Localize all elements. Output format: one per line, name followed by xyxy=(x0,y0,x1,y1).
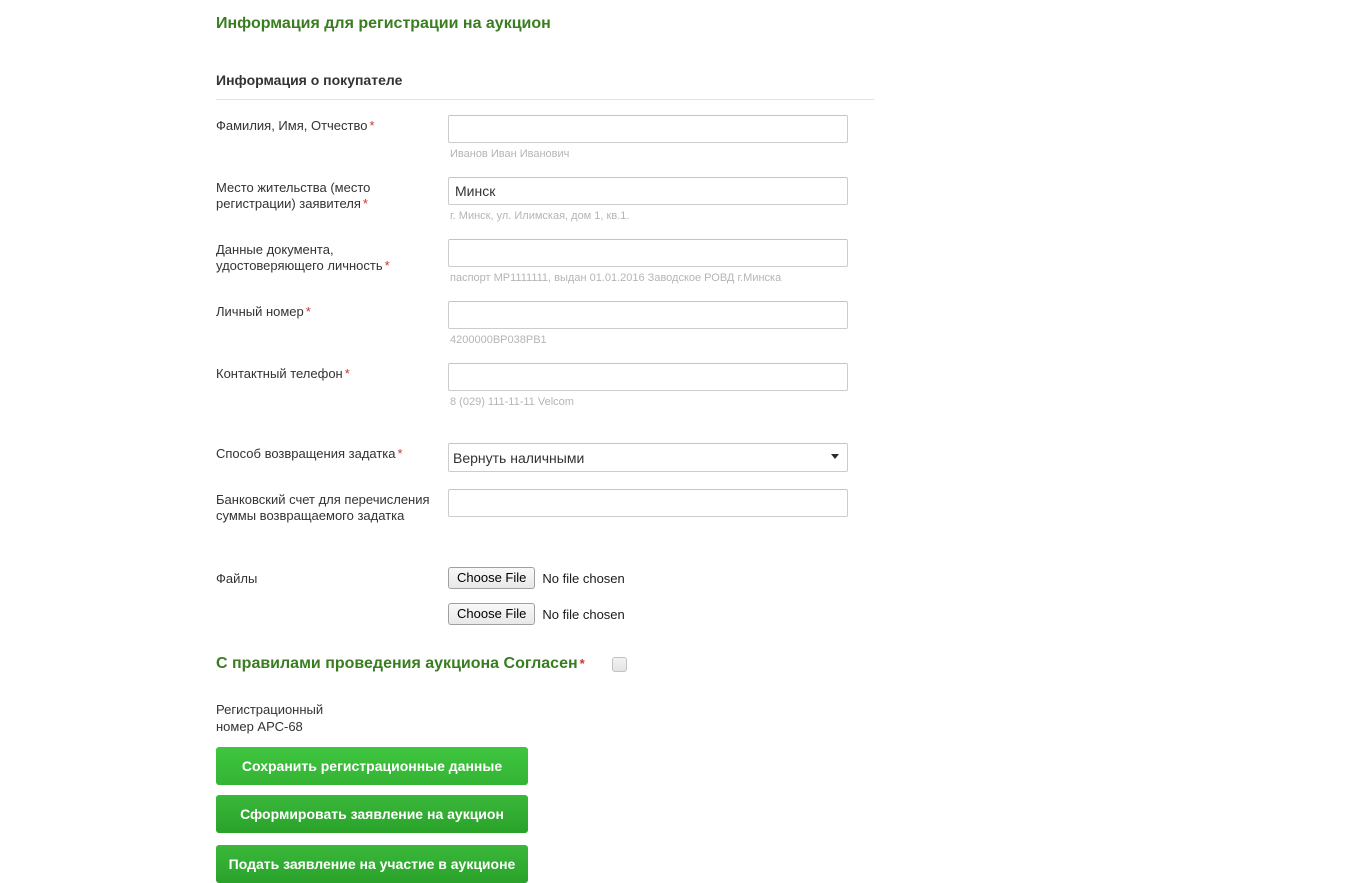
field-deposit-return-method: Вернуть наличными xyxy=(448,443,848,472)
form-row-personal-number: Личный номер * 4200000ВР038РВ1 xyxy=(216,301,876,347)
phone-input[interactable] xyxy=(448,363,848,391)
label-residence-text: Место жительства (место регистрации) зая… xyxy=(216,180,371,211)
label-deposit-return-method-text: Способ возвращения задатка xyxy=(216,446,396,461)
label-files-text: Файлы xyxy=(216,571,258,586)
label-personal-number-text: Личный номер xyxy=(216,304,304,319)
field-id-document: паспорт МР1111111, выдан 01.01.2016 Заво… xyxy=(448,239,848,285)
label-bank-account-text: Банковский счет для перечисления суммы в… xyxy=(216,492,430,523)
form-row-files: Файлы Choose File No file chosen Choose … xyxy=(216,567,876,625)
required-marker: * xyxy=(362,196,368,211)
full-name-input[interactable] xyxy=(448,115,848,143)
label-deposit-return-method: Способ возвращения задатка * xyxy=(216,443,448,462)
section-divider xyxy=(216,99,874,100)
agreement-checkbox[interactable] xyxy=(611,656,627,672)
generate-application-button[interactable]: Сформировать заявление на аукцион xyxy=(216,795,528,833)
hint-residence: г. Минск, ул. Илимская, дом 1, кв.1. xyxy=(450,210,630,222)
personal-number-input[interactable] xyxy=(448,301,848,329)
required-marker: * xyxy=(579,656,585,671)
label-bank-account: Банковский счет для перечисления суммы в… xyxy=(216,489,448,524)
file-input-row-1[interactable]: Choose File No file chosen xyxy=(448,567,848,589)
hint-phone: 8 (029) 111-11-11 Velcom xyxy=(450,396,574,408)
label-phone: Контактный телефон * xyxy=(216,363,448,382)
page-title: Информация для регистрации на аукцион xyxy=(216,15,551,32)
choose-file-button-2[interactable]: Choose File xyxy=(448,603,536,625)
field-phone: 8 (029) 111-11-11 Velcom xyxy=(448,363,848,409)
file-input-row-2[interactable]: Choose File No file chosen xyxy=(448,603,848,625)
file-status-1: No file chosen xyxy=(542,570,625,586)
label-full-name-text: Фамилия, Имя, Отчество xyxy=(216,118,368,133)
submit-application-button[interactable]: Подать заявление на участие в аукционе xyxy=(216,845,528,883)
residence-input[interactable] xyxy=(448,177,848,205)
form-row-id-document: Данные документа, удостоверяющего личнос… xyxy=(216,239,876,285)
field-full-name: Иванов Иван Иванович xyxy=(448,115,848,161)
required-marker: * xyxy=(384,258,390,273)
field-bank-account xyxy=(448,489,848,517)
field-residence: г. Минск, ул. Илимская, дом 1, кв.1. xyxy=(448,177,848,223)
required-marker: * xyxy=(397,446,403,461)
form-row-phone: Контактный телефон * 8 (029) 111-11-11 Ve… xyxy=(216,363,876,409)
agreement-row: С правилами проведения аукциона Согласен… xyxy=(216,654,876,674)
label-phone-text: Контактный телефон xyxy=(216,366,343,381)
choose-file-button-1[interactable]: Choose File xyxy=(448,567,536,589)
form-row-deposit-return-method: Способ возвращения задатка * Вернуть нали… xyxy=(216,443,876,472)
label-full-name: Фамилия, Имя, Отчество * xyxy=(216,115,448,134)
label-personal-number: Личный номер * xyxy=(216,301,448,320)
field-files: Choose File No file chosen Choose File N… xyxy=(448,567,848,625)
form-content: Информация для регистрации на аукцион Ин… xyxy=(216,0,876,883)
hint-personal-number: 4200000ВР038РВ1 xyxy=(450,334,547,346)
registration-page: Информация для регистрации на аукцион Ин… xyxy=(0,0,1354,883)
file-status-2: No file chosen xyxy=(542,606,625,622)
registration-number-line2: номер АРС-68 xyxy=(216,719,303,734)
field-personal-number: 4200000ВР038РВ1 xyxy=(448,301,848,347)
hint-full-name: Иванов Иван Иванович xyxy=(450,148,570,160)
required-marker: * xyxy=(305,304,311,319)
deposit-return-method-select[interactable]: Вернуть наличными xyxy=(448,443,848,472)
form-row-bank-account: Банковский счет для перечисления суммы в… xyxy=(216,489,876,524)
section-title-buyer-info: Информация о покупателе xyxy=(216,72,403,88)
label-residence: Место жительства (место регистрации) зая… xyxy=(216,177,448,212)
bank-account-input[interactable] xyxy=(448,489,848,517)
label-id-document: Данные документа, удостоверяющего личнос… xyxy=(216,239,448,274)
label-files: Файлы xyxy=(216,567,448,587)
deposit-return-method-select-wrap: Вернуть наличными xyxy=(448,443,848,472)
save-registration-button[interactable]: Сохранить регистрационные данные xyxy=(216,747,528,785)
required-marker: * xyxy=(369,118,375,133)
id-document-input[interactable] xyxy=(448,239,848,267)
agreement-label-text: С правилами проведения аукциона Согласен xyxy=(216,655,578,672)
registration-number-line1: Регистрационный xyxy=(216,702,324,717)
form-row-residence: Место жительства (место регистрации) зая… xyxy=(216,177,876,223)
agreement-label: С правилами проведения аукциона Согласен… xyxy=(216,654,585,674)
label-id-document-text: Данные документа, удостоверяющего личнос… xyxy=(216,242,383,273)
form-row-full-name: Фамилия, Имя, Отчество * Иванов Иван Иван… xyxy=(216,115,876,161)
hint-id-document: паспорт МР1111111, выдан 01.01.2016 Заво… xyxy=(450,272,782,284)
registration-number: Регистрационный номер АРС-68 xyxy=(216,701,336,735)
required-marker: * xyxy=(344,366,350,381)
